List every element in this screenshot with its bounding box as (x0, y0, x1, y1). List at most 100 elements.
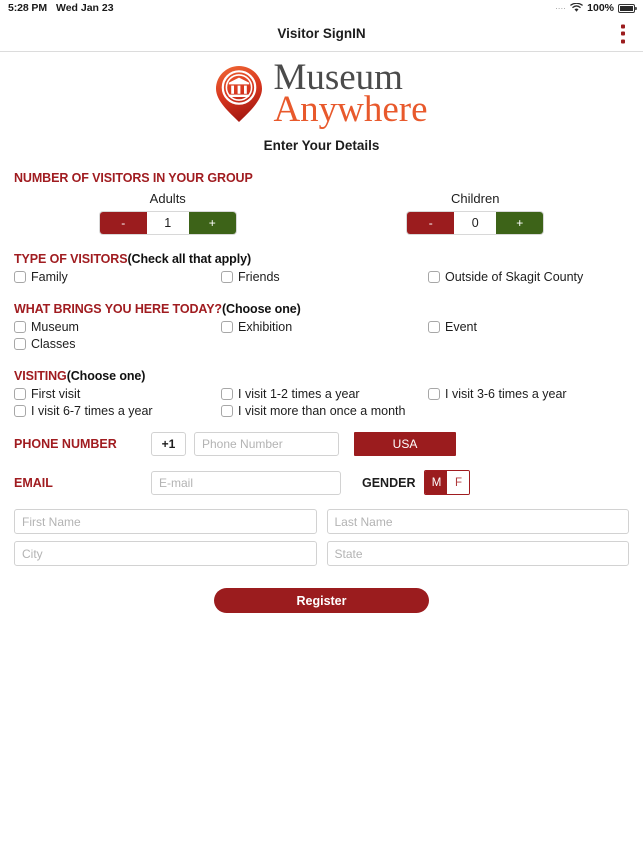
last-name-input[interactable] (326, 509, 629, 535)
children-label: Children (451, 191, 500, 207)
checkbox-box-icon[interactable] (221, 388, 233, 401)
gender-label: GENDER (362, 475, 416, 490)
checkbox-museum[interactable]: Museum (14, 320, 221, 334)
adults-stepper: - 1 + (99, 212, 236, 235)
overflow-dot (621, 31, 625, 36)
country-code-input[interactable] (151, 432, 186, 457)
checkbox-visit-6-7-times-a-year[interactable]: I visit 6-7 times a year (14, 404, 221, 418)
checkbox-outside-of-skagit-county[interactable]: Outside of Skagit County (428, 270, 628, 284)
email-input[interactable] (151, 470, 341, 495)
city-input[interactable] (14, 541, 317, 567)
battery-full-icon (618, 3, 637, 13)
brand-logo: Museum Anywhere (0, 52, 643, 129)
checkbox-box-icon[interactable] (428, 271, 440, 284)
section-heading-group: NUMBER OF VISITORS IN YOUR GROUP (14, 171, 629, 185)
checkbox-exhibition[interactable]: Exhibition (221, 320, 428, 334)
adults-label: Adults (149, 191, 186, 207)
checkbox-box-icon[interactable] (428, 388, 440, 401)
checkbox-event[interactable]: Event (428, 320, 628, 334)
checkbox-box-icon[interactable] (14, 271, 26, 284)
checkbox-label: Family (31, 270, 68, 285)
museum-pin-icon (216, 65, 263, 122)
battery-percent: 100% (587, 2, 614, 14)
checkbox-label: Classes (31, 337, 76, 352)
section-heading-visiting-text: VISITING (14, 369, 67, 384)
section-heading-type-of-visitors: TYPE OF VISITORS(Check all that apply) (14, 252, 629, 266)
state-input[interactable] (326, 541, 629, 567)
gender-toggle: M F (424, 470, 471, 496)
adults-value: 1 (146, 212, 189, 235)
adults-increment-button[interactable]: + (188, 212, 236, 235)
checkbox-label: I visit 1-2 times a year (238, 387, 360, 402)
checkbox-classes[interactable]: Classes (14, 337, 221, 351)
type-of-visitors-row: Family Friends Outside of Skagit County (14, 270, 629, 284)
status-right-cluster: .... 100% (555, 1, 637, 14)
checkbox-visit-3-6-times-a-year[interactable]: I visit 3-6 times a year (428, 387, 628, 401)
checkbox-label: Event (445, 320, 477, 335)
checkbox-first-visit[interactable]: First visit (14, 387, 221, 401)
checkbox-label: First visit (31, 387, 81, 402)
children-decrement-button[interactable]: - (407, 212, 455, 235)
visiting-row-1: First visit I visit 1-2 times a year I v… (14, 387, 629, 401)
adults-decrement-button[interactable]: - (99, 212, 147, 235)
overflow-dot (621, 39, 625, 43)
first-name-input[interactable] (14, 509, 317, 535)
checkbox-label: Outside of Skagit County (445, 270, 584, 285)
children-value: 0 (454, 212, 497, 235)
checkbox-visit-more-than-once-a-month[interactable]: I visit more than once a month (221, 404, 428, 418)
overflow-menu-icon[interactable] (615, 21, 631, 46)
name-row (14, 509, 629, 535)
adults-counter: Adults - 1 + (14, 191, 322, 235)
checkbox-label: Friends (238, 270, 280, 285)
children-stepper: - 0 + (407, 212, 544, 235)
gender-male-button[interactable]: M (425, 471, 448, 495)
checkbox-family[interactable]: Family (14, 270, 221, 284)
email-label: EMAIL (14, 475, 53, 490)
visiting-row-2: I visit 6-7 times a year I visit more th… (14, 404, 629, 418)
checkbox-label: I visit 3-6 times a year (445, 387, 567, 402)
status-date: Wed Jan 23 (55, 2, 114, 14)
checkbox-box-icon[interactable] (14, 388, 26, 401)
checkbox-label: I visit more than once a month (238, 404, 406, 419)
section-hint-type-of-visitors: (Check all that apply) (127, 252, 252, 267)
page-subtitle: Enter Your Details (263, 138, 380, 154)
children-counter: Children - 0 + (322, 191, 630, 235)
children-increment-button[interactable]: + (496, 212, 544, 235)
title-bar: Visitor SignIN (0, 16, 643, 52)
register-button[interactable]: Register (214, 588, 429, 614)
checkbox-box-icon[interactable] (14, 321, 26, 334)
section-hint-visiting: (Choose one) (66, 369, 146, 384)
checkbox-box-icon[interactable] (14, 405, 26, 418)
page-title: Visitor SignIN (277, 26, 366, 41)
brand-wordmark: Museum Anywhere (273, 59, 428, 131)
section-heading-brings-you-here-text: WHAT BRINGS YOU HERE TODAY? (14, 302, 222, 317)
checkbox-visit-1-2-times-a-year[interactable]: I visit 1-2 times a year (221, 387, 428, 401)
form-content: NUMBER OF VISITORS IN YOUR GROUP Adults … (0, 171, 643, 614)
brand-line-2: Anywhere (273, 89, 428, 131)
checkbox-friends[interactable]: Friends (221, 270, 428, 284)
section-heading-visiting: VISITING(Choose one) (14, 369, 629, 383)
status-bar: 5:28 PM Wed Jan 23 .... 100% (0, 0, 643, 16)
checkbox-box-icon[interactable] (428, 321, 440, 334)
register-row: Register (14, 588, 629, 614)
section-hint-brings-you-here: (Choose one) (221, 302, 301, 317)
checkbox-box-icon[interactable] (221, 321, 233, 334)
brings-you-here-row-1: Museum Exhibition Event (14, 320, 629, 334)
section-heading-brings-you-here: WHAT BRINGS YOU HERE TODAY?(Choose one) (14, 302, 629, 316)
checkbox-box-icon[interactable] (221, 271, 233, 284)
checkbox-box-icon[interactable] (221, 405, 233, 418)
checkbox-box-icon[interactable] (14, 338, 26, 351)
email-row: EMAIL GENDER M F (14, 470, 629, 496)
overflow-dot (621, 24, 625, 28)
country-select-button[interactable]: USA (354, 432, 456, 457)
wifi-icon (570, 3, 583, 12)
brings-you-here-row-2: Classes (14, 337, 629, 351)
phone-row: PHONE NUMBER USA (14, 432, 629, 457)
checkbox-label: I visit 6-7 times a year (31, 404, 153, 419)
phone-label: PHONE NUMBER (14, 437, 117, 452)
gender-female-button[interactable]: F (447, 471, 470, 495)
phone-number-input[interactable] (194, 432, 339, 457)
signal-dots-icon: .... (555, 1, 567, 11)
app-root: 5:28 PM Wed Jan 23 .... 100% Visitor Sig… (0, 0, 643, 858)
location-row (14, 541, 629, 567)
